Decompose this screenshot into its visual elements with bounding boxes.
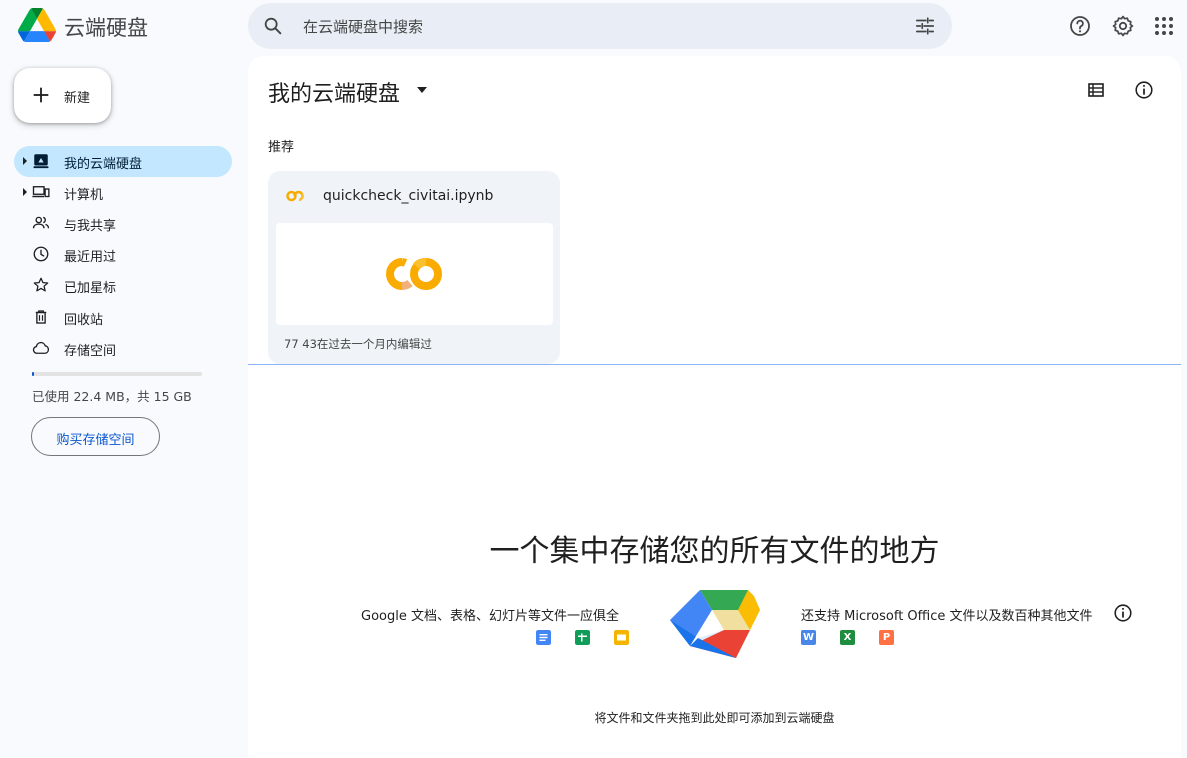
colab-file-icon (286, 190, 304, 202)
file-edited-meta: 77 43在过去一个月内编辑过 (284, 337, 432, 351)
buy-storage-label: 购买存储空间 (56, 433, 135, 448)
sidebar-item-label: 与我共享 (64, 219, 117, 234)
sheets-icon (575, 630, 590, 645)
search-input[interactable]: 在云端硬盘中搜索 (303, 16, 423, 37)
sidebar-item-label: 计算机 (64, 188, 104, 203)
sidebar-item-starred[interactable]: 已加星标 (14, 270, 232, 301)
google-apps-caption: Google 文档、表格、幻灯片等文件一应俱全 (361, 609, 619, 624)
list-view-icon[interactable] (1086, 80, 1106, 100)
sidebar-item-trash[interactable]: 回收站 (14, 302, 232, 333)
star-icon (33, 277, 49, 292)
file-preview[interactable] (276, 223, 553, 325)
sidebar-item-label: 已加星标 (64, 281, 117, 296)
new-button-label: 新建 (64, 91, 91, 106)
page-title[interactable]: 我的云端硬盘 (268, 76, 400, 108)
filter-icon[interactable] (914, 15, 936, 37)
buy-storage-button[interactable]: 购买存储空间 (31, 417, 160, 456)
sidebar-item-my-drive[interactable]: 我的云端硬盘 (14, 146, 232, 177)
storage-usage-fill (32, 372, 34, 376)
word-icon: W (801, 630, 816, 645)
office-files-caption: 还支持 Microsoft Office 文件以及数百种其他文件 (801, 609, 1093, 624)
storage-usage-text: 已使用 22.4 MB，共 15 GB (32, 389, 192, 404)
my-drive-icon (33, 154, 49, 169)
drop-hint-text: 将文件和文件夹拖到此处即可添加到云端硬盘 (594, 711, 835, 725)
app-title[interactable]: 云端硬盘 (64, 12, 148, 42)
trash-icon (35, 310, 47, 324)
sidebar-item-label: 回收站 (64, 313, 104, 328)
computer-icon (32, 186, 50, 198)
help-icon[interactable] (1068, 14, 1092, 38)
drop-zone-divider (248, 364, 1181, 365)
settings-icon[interactable] (1111, 14, 1135, 38)
sidebar-item-label: 存储空间 (64, 344, 117, 359)
info-icon[interactable] (1112, 602, 1134, 624)
file-name[interactable]: quickcheck_civitai.ipynb (323, 188, 493, 204)
expand-arrow-icon[interactable] (22, 157, 28, 165)
cloud-icon (32, 341, 49, 354)
clock-icon (33, 246, 49, 262)
info-icon[interactable] (1133, 79, 1155, 101)
drive-3d-logo-icon (670, 590, 760, 658)
shared-icon (32, 216, 50, 229)
search-icon[interactable] (262, 15, 284, 37)
sidebar-item-label: 我的云端硬盘 (64, 157, 143, 172)
apps-grid-icon[interactable] (1152, 14, 1176, 38)
expand-arrow-icon[interactable] (22, 188, 28, 196)
sidebar-item-recent[interactable]: 最近用过 (14, 239, 232, 270)
sidebar-item-storage[interactable]: 存储空间 (14, 333, 232, 364)
powerpoint-icon: P (879, 630, 894, 645)
slides-icon (614, 630, 629, 645)
empty-state-title: 一个集中存储您的所有文件的地方 (489, 534, 940, 569)
sidebar-item-label: 最近用过 (64, 250, 117, 265)
sidebar-item-computers[interactable]: 计算机 (14, 177, 232, 208)
sidebar-item-shared[interactable]: 与我共享 (14, 208, 232, 239)
new-button[interactable]: 新建 (14, 68, 111, 123)
drive-logo-icon[interactable] (18, 8, 56, 42)
excel-icon: X (840, 630, 855, 645)
search-bar[interactable]: 在云端硬盘中搜索 (248, 3, 952, 49)
caret-down-icon[interactable] (417, 87, 427, 93)
main-panel: 我的云端硬盘 推荐 quickcheck_civitai.ipynb 77 43… (248, 56, 1181, 758)
file-card[interactable]: quickcheck_civitai.ipynb 77 43在过去一个月内编辑过 (268, 171, 560, 364)
plus-icon (33, 87, 49, 103)
suggested-section-label: 推荐 (268, 140, 295, 155)
docs-icon (536, 630, 551, 645)
storage-usage-bar (32, 372, 202, 376)
colab-logo-icon (386, 258, 442, 290)
